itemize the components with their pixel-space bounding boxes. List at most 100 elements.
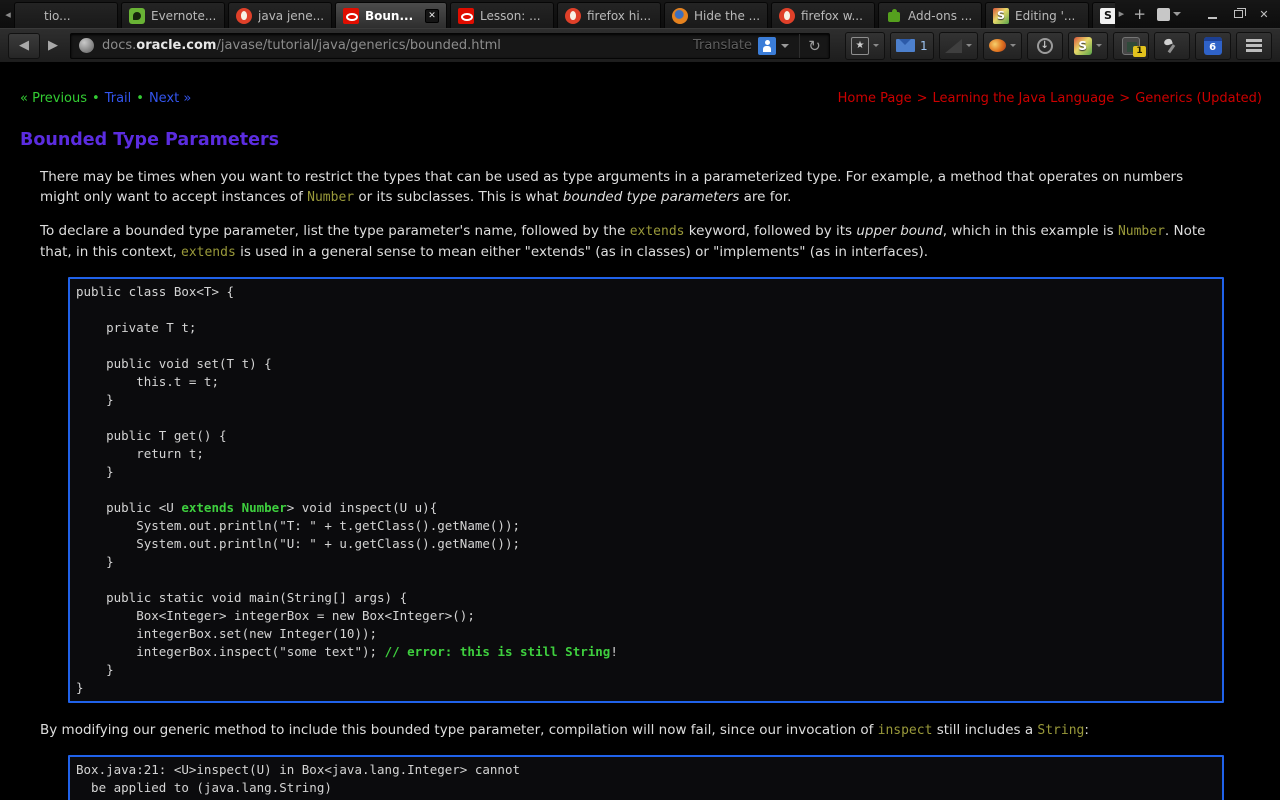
- tab-close-icon[interactable]: ✕: [425, 9, 439, 23]
- code-line: integerBox.set(new Integer(10));: [76, 625, 1216, 643]
- url-bar[interactable]: docs.oracle.com/javase/tutorial/java/gen…: [70, 33, 830, 59]
- foxyproxy-button[interactable]: [983, 32, 1022, 60]
- code-line: public T get() {: [76, 427, 1216, 445]
- translate-control[interactable]: Translate: [693, 37, 795, 55]
- chevron-down-icon: [1173, 12, 1181, 16]
- page-content: « Previous•Trail•Next » Home Page>Learni…: [0, 63, 1280, 800]
- dot-separator: •: [92, 91, 100, 106]
- url-text[interactable]: docs.oracle.com/javase/tutorial/java/gen…: [102, 38, 693, 53]
- badge: 1: [1133, 46, 1145, 57]
- tab-lesson[interactable]: Lesson: ...: [450, 2, 554, 28]
- trail-link[interactable]: Trail: [105, 91, 132, 106]
- chevron-down-icon: [873, 44, 879, 47]
- tab-evernote[interactable]: Evernote...: [121, 2, 225, 28]
- chevron-down-icon: [1096, 44, 1102, 47]
- globe-icon: [79, 38, 94, 53]
- tab-add-ons[interactable]: Add-ons ...: [878, 2, 982, 28]
- code-line: [76, 337, 1216, 355]
- duckduckgo-icon: [236, 8, 252, 24]
- plain-icon: [22, 8, 38, 24]
- navigation-toolbar: ◀ ▶ docs.oracle.com/javase/tutorial/java…: [0, 28, 1280, 63]
- tab-oracle-ja[interactable]: SOracle Ja...: [1092, 2, 1115, 28]
- code-line: public class Box<T> {: [76, 283, 1216, 301]
- code-line: public <U extends Number> void inspect(U…: [76, 499, 1216, 517]
- firefox-icon: [672, 8, 688, 24]
- mail-icon: [896, 39, 915, 52]
- code-line: return t;: [76, 445, 1216, 463]
- tab-scroll-right-icon[interactable]: ▸: [1115, 1, 1127, 27]
- code-line: System.out.println("T: " + t.getClass().…: [76, 517, 1216, 535]
- code-line: }: [76, 463, 1216, 481]
- tab-tio[interactable]: tio...: [14, 2, 118, 28]
- code-line: }: [76, 391, 1216, 409]
- tab-editing[interactable]: S Editing '...: [985, 2, 1089, 28]
- translate-label: Translate: [693, 38, 752, 53]
- graph-button[interactable]: [939, 32, 978, 60]
- previous-link[interactable]: « Previous: [20, 91, 87, 106]
- code-line: this.t = t;: [76, 373, 1216, 391]
- next-link[interactable]: Next »: [149, 91, 191, 106]
- chevron-down-icon: [1010, 44, 1016, 47]
- chevron-down-icon[interactable]: [781, 44, 789, 48]
- breadcrumb-link[interactable]: Learning the Java Language: [933, 91, 1115, 106]
- tutorial-nav-links: « Previous • Trail • Next »: [20, 91, 191, 106]
- tab-label: Evernote...: [151, 9, 217, 23]
- tab-boun[interactable]: Boun...✕: [335, 2, 447, 28]
- tab-list-icon: [1157, 8, 1170, 21]
- download-icon: ↓: [1037, 38, 1053, 54]
- back-button[interactable]: ◀: [8, 33, 40, 59]
- tab-label: java jene...: [258, 9, 324, 23]
- session-manager-button[interactable]: S: [1068, 32, 1108, 60]
- close-button[interactable]: ✕: [1254, 5, 1274, 23]
- code-line: Box<Integer> integerBox = new Box<Intege…: [76, 607, 1216, 625]
- tab-firefox-w[interactable]: firefox w...: [771, 2, 875, 28]
- translate-icon[interactable]: [758, 37, 776, 55]
- lamp-button[interactable]: [1154, 32, 1190, 60]
- tab-list-button[interactable]: [1152, 8, 1186, 21]
- code-line: }: [76, 661, 1216, 679]
- extension-button-row: ★1↓S16: [840, 32, 1272, 60]
- dot-separator: •: [136, 91, 144, 106]
- page-title: Bounded Type Parameters: [20, 130, 1280, 150]
- code-line: [76, 409, 1216, 427]
- code-line: [76, 571, 1216, 589]
- bookmark-star-button[interactable]: ★: [845, 32, 885, 60]
- s-color-icon: S: [993, 8, 1009, 24]
- oracle-icon: [343, 8, 359, 24]
- restore-button[interactable]: [1228, 5, 1248, 23]
- code-line: System.out.println("U: " + u.getClass().…: [76, 535, 1216, 553]
- paragraph-2: To declare a bounded type parameter, lis…: [40, 221, 1222, 263]
- lamp-icon: [1164, 38, 1180, 54]
- chevron-down-icon: [966, 44, 972, 47]
- new-tab-button[interactable]: +: [1127, 1, 1152, 27]
- graph-icon: [945, 39, 962, 53]
- mail-button[interactable]: 1: [890, 32, 934, 60]
- minimize-icon: [1208, 17, 1217, 19]
- tab-hide-the[interactable]: Hide the ...: [664, 2, 768, 28]
- tab-bar-controls: ▸ + ✕: [1115, 0, 1278, 28]
- tab-java-jene[interactable]: java jene...: [228, 2, 332, 28]
- paragraph-1: There may be times when you want to rest…: [40, 167, 1222, 208]
- calendar-button[interactable]: 6: [1195, 32, 1231, 60]
- code-line: }: [76, 679, 1216, 697]
- code-line: public void set(T t) {: [76, 355, 1216, 373]
- reload-button[interactable]: ↻: [799, 34, 829, 58]
- addon-icon: [886, 8, 902, 24]
- minimize-button[interactable]: [1202, 5, 1222, 23]
- url-prefix: docs.: [102, 38, 136, 53]
- tab-strip: tio... Evernote... java jene... Boun...✕ Les…: [14, 0, 1115, 28]
- tab-label: Editing '...: [1015, 9, 1081, 23]
- tab-scroll-left-icon[interactable]: ◂: [2, 2, 14, 28]
- tab-bar: ◂ tio... Evernote... java jene... Boun...✕ L…: [0, 0, 1280, 28]
- package-button[interactable]: 1: [1113, 32, 1149, 60]
- calendar-icon: 6: [1204, 37, 1222, 55]
- breadcrumb-link[interactable]: Home Page: [838, 91, 912, 106]
- tab-label: Lesson: ...: [480, 9, 546, 23]
- forward-button[interactable]: ▶: [40, 33, 66, 59]
- breadcrumb-link[interactable]: Generics (Updated): [1135, 91, 1262, 106]
- paragraph-3: By modifying our generic method to inclu…: [40, 720, 1222, 741]
- download-button[interactable]: ↓: [1027, 32, 1063, 60]
- code-line: private T t;: [76, 319, 1216, 337]
- tab-firefox-hi[interactable]: firefox hi...: [557, 2, 661, 28]
- menu-button[interactable]: [1236, 32, 1272, 60]
